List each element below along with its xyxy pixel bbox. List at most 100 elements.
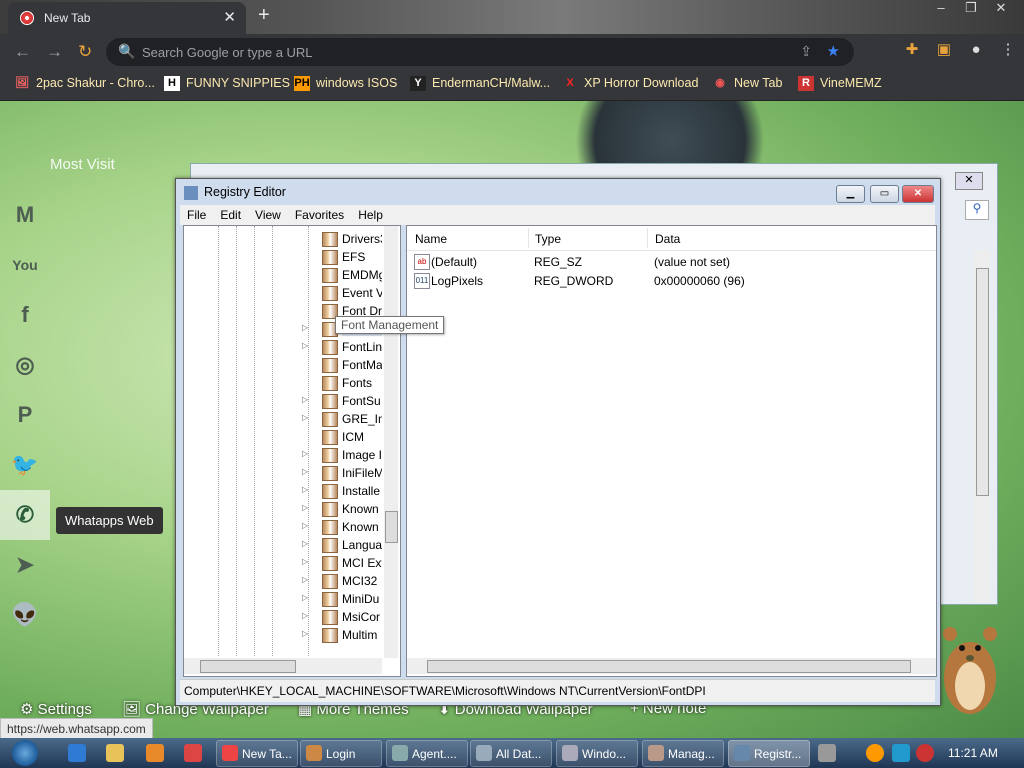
expand-icon[interactable]: ▷	[302, 611, 308, 620]
tree-vertical-scrollbar[interactable]	[384, 226, 398, 658]
bookmark-star-icon[interactable]: ★	[827, 42, 840, 60]
whatsapp-icon[interactable]: ✆	[0, 490, 50, 540]
tree-item[interactable]: ▷ GRE_Ini	[302, 410, 382, 428]
scroll-thumb[interactable]	[385, 511, 398, 543]
tree-item[interactable]: ▷ Known	[302, 500, 382, 518]
tree-item[interactable]: ▷ MsiCor	[302, 608, 382, 626]
pinterest-icon[interactable]: P	[0, 390, 50, 440]
column-type[interactable]: Type	[535, 232, 561, 246]
expand-icon[interactable]: ▷	[302, 485, 308, 494]
expand-icon[interactable]: ▷	[302, 341, 308, 350]
paint-icon[interactable]	[184, 744, 202, 762]
expand-icon[interactable]: ▷	[302, 449, 308, 458]
tree-item[interactable]: ▷ IniFileM	[302, 464, 382, 482]
menu-edit[interactable]: Edit	[213, 205, 248, 225]
taskbar-button[interactable]: Login	[300, 740, 382, 767]
value-row[interactable]: 011 LogPixels REG_DWORD 0x00000060 (96)	[407, 271, 936, 290]
taskbar-button[interactable]: Windo...	[556, 740, 638, 767]
minimize-button[interactable]: ▁	[836, 185, 865, 203]
media-player-icon[interactable]	[146, 744, 164, 762]
maximize-button[interactable]: ▭	[870, 185, 899, 203]
bookmark-item[interactable]: PH windows ISOS	[294, 76, 397, 92]
value-row[interactable]: ab (Default) REG_SZ (value not set)	[407, 252, 936, 271]
tree-item[interactable]: ▷ MiniDu	[302, 590, 382, 608]
expand-icon[interactable]: ▷	[302, 557, 308, 566]
bookmark-item[interactable]: X XP Horror Download	[562, 76, 698, 91]
instagram-icon[interactable]: ◎	[0, 340, 50, 390]
menu-favorites[interactable]: Favorites	[288, 205, 351, 225]
taskbar-button[interactable]: Manag...	[642, 740, 724, 767]
background-close-button[interactable]: ✕	[955, 172, 983, 190]
tree-item[interactable]: EMDMgmt	[302, 266, 382, 284]
expand-icon[interactable]: ▷	[302, 575, 308, 584]
tab-close-icon[interactable]: ✕	[223, 8, 236, 26]
list-horizontal-scrollbar[interactable]	[407, 658, 936, 674]
tab-new-tab[interactable]: New Tab ✕	[8, 2, 246, 34]
tree-item[interactable]: ▷ Installe	[302, 482, 382, 500]
minimize-button[interactable]: –	[926, 0, 956, 15]
bookmark-item[interactable]: ◉ New Tab	[712, 76, 782, 91]
taskbar-button[interactable]: Agent....	[386, 740, 468, 767]
youtube-icon[interactable]: You	[0, 240, 50, 290]
background-vertical-scrollbar[interactable]	[974, 250, 990, 602]
bookmark-item[interactable]: Y EndermanCH/Malw...	[410, 76, 550, 92]
key-tree[interactable]: Drivers3EFSEMDMgmtEvent VFont Dr▷FontDPI…	[183, 225, 401, 677]
twitter-icon[interactable]: 🐦	[0, 440, 50, 490]
taskbar-button[interactable]: Registr...	[728, 740, 810, 767]
tree-item[interactable]: ICM	[302, 428, 382, 446]
ie-icon[interactable]	[68, 744, 86, 762]
omnibox[interactable]: 🔍 Search Google or type a URL ⇪ ★	[106, 38, 854, 66]
reload-icon[interactable]: ↻	[78, 42, 92, 62]
scroll-thumb[interactable]	[427, 660, 911, 673]
network-icon[interactable]	[892, 744, 910, 762]
expand-icon[interactable]: ▷	[302, 323, 308, 332]
tree-item[interactable]: ▷ Known	[302, 518, 382, 536]
clock[interactable]: 11:21 AM	[948, 746, 998, 760]
sidepanel-icon[interactable]: ▣	[928, 40, 960, 58]
tree-item[interactable]: Drivers3	[302, 230, 382, 248]
tree-item[interactable]: ▷ Image I	[302, 446, 382, 464]
back-arrow-icon[interactable]: ←	[14, 42, 31, 62]
column-data[interactable]: Data	[655, 232, 680, 246]
bookmark-item[interactable]: H FUNNY SNIPPIES	[164, 76, 290, 92]
expand-icon[interactable]: ▷	[302, 395, 308, 404]
bookmark-item[interactable]: R VineMEMZ	[798, 76, 882, 92]
settings-link[interactable]: ⚙ Settings	[20, 700, 92, 718]
bookmark-item[interactable]: 🖼 2pac Shakur - Chro...	[14, 76, 155, 91]
close-button[interactable]: ✕	[902, 185, 934, 203]
facebook-icon[interactable]: f	[0, 290, 50, 340]
tree-item[interactable]: ▷ FontLin	[302, 338, 382, 356]
forward-arrow-icon[interactable]: →	[46, 42, 63, 62]
most-visited-link[interactable]: Most Visit	[50, 156, 115, 173]
values-list[interactable]: Name Type Data ab (Default) REG_SZ (valu…	[406, 225, 937, 677]
scroll-thumb[interactable]	[200, 660, 296, 673]
telegram-icon[interactable]: ➤	[0, 540, 50, 590]
extensions-icon[interactable]: ✚	[896, 40, 928, 58]
close-button[interactable]: ✕	[986, 0, 1016, 16]
restore-button[interactable]: ❐	[956, 0, 986, 16]
taskbar-button[interactable]: All Dat...	[470, 740, 552, 767]
gmail-icon[interactable]: M	[0, 190, 50, 240]
menu-view[interactable]: View	[248, 205, 288, 225]
expand-icon[interactable]: ▷	[302, 629, 308, 638]
expand-icon[interactable]: ▷	[302, 413, 308, 422]
new-tab-button[interactable]: +	[258, 4, 270, 27]
expand-icon[interactable]: ▷	[302, 593, 308, 602]
tree-item[interactable]: ▷ Multim	[302, 626, 382, 644]
tree-item[interactable]: ▷ FontSu	[302, 392, 382, 410]
tree-item[interactable]: Event V	[302, 284, 382, 302]
menu-file[interactable]: File	[180, 205, 213, 225]
tree-item[interactable]: EFS	[302, 248, 382, 266]
expand-icon[interactable]: ▷	[302, 521, 308, 530]
profile-avatar-icon[interactable]: ●	[960, 41, 992, 58]
tree-horizontal-scrollbar[interactable]	[184, 658, 382, 674]
tree-item[interactable]: ▷ MCI32	[302, 572, 382, 590]
volume-icon[interactable]	[916, 744, 934, 762]
background-search-icon[interactable]: ⚲	[965, 200, 989, 220]
menu-help[interactable]: Help	[351, 205, 390, 225]
scroll-thumb[interactable]	[976, 268, 989, 496]
expand-icon[interactable]: ▷	[302, 539, 308, 548]
search-tray-icon[interactable]	[866, 744, 884, 762]
taskbar-button[interactable]: New Ta...	[216, 740, 298, 767]
start-button[interactable]	[4, 738, 44, 768]
